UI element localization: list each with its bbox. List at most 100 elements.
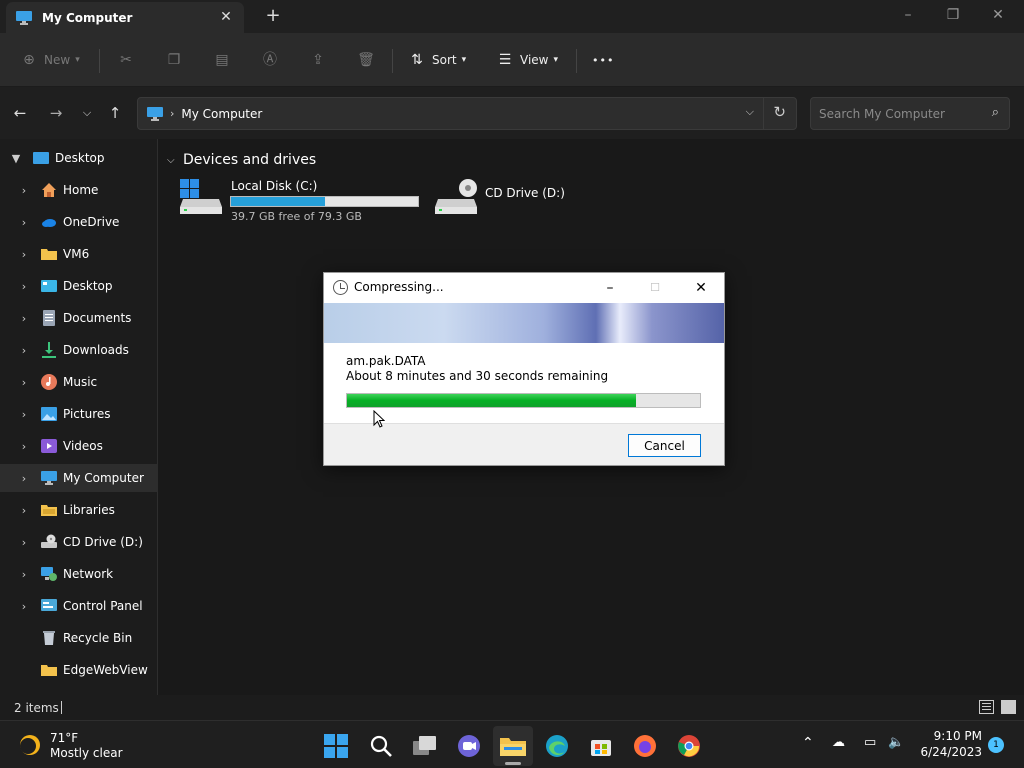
weather-widget[interactable]: 71°F Mostly clear xyxy=(16,730,146,762)
copy-button[interactable]: ❐ xyxy=(165,48,183,72)
address-bar[interactable]: › My Computer ⌵ ↻ xyxy=(137,97,797,130)
task-view-button[interactable] xyxy=(405,726,445,766)
sidebar-item-network[interactable]: › Network xyxy=(0,560,158,588)
sidebar-item-label: Documents xyxy=(63,311,132,325)
more-options-button[interactable]: ••• xyxy=(592,48,614,72)
chevron-right-icon[interactable]: › xyxy=(17,408,31,421)
chevron-right-icon[interactable]: › xyxy=(17,280,31,293)
chevron-right-icon[interactable]: › xyxy=(17,504,31,517)
drive-cd-d[interactable]: CD Drive (D:) xyxy=(434,179,574,219)
sidebar-item-edgewebview[interactable]: EdgeWebView xyxy=(0,656,158,684)
back-arrow-icon[interactable]: ← xyxy=(10,103,30,123)
show-hidden-icons-chevron-icon[interactable]: ⌃ xyxy=(802,735,814,751)
volume-icon[interactable]: 🔈 xyxy=(888,735,904,750)
chevron-right-icon[interactable]: › xyxy=(17,312,31,325)
refresh-icon[interactable]: ↻ xyxy=(773,103,786,121)
chevron-right-icon[interactable]: › xyxy=(17,344,31,357)
sidebar-item-music[interactable]: › Music xyxy=(0,368,158,396)
chevron-down-icon[interactable]: ▼ xyxy=(9,152,23,165)
close-window-icon[interactable]: ✕ xyxy=(986,4,1010,28)
recent-locations-chevron-icon[interactable]: ⌵ xyxy=(77,103,97,123)
onedrive-offline-icon[interactable]: ☁ xyxy=(832,735,845,750)
store-taskbar-button[interactable] xyxy=(581,726,621,766)
computer-icon xyxy=(16,10,32,25)
sidebar-item-onedrive[interactable]: › OneDrive xyxy=(0,208,158,236)
chevron-right-icon[interactable]: › xyxy=(17,184,31,197)
file-explorer-taskbar-button[interactable] xyxy=(493,726,533,766)
navigation-pane: ▼ Desktop › Home › OneDrive › VM6 › Desk… xyxy=(0,139,158,695)
breadcrumb-my-computer[interactable]: My Computer xyxy=(181,107,262,121)
cut-button[interactable]: ✂ xyxy=(117,48,135,72)
sidebar-item-home[interactable]: › Home xyxy=(0,176,158,204)
network-status-icon[interactable]: ▭ xyxy=(864,735,876,750)
weather-temperature: 71°F xyxy=(50,731,79,745)
paste-button[interactable]: ▤ xyxy=(213,48,231,72)
search-input[interactable] xyxy=(819,104,979,124)
minimize-icon[interactable]: – xyxy=(896,4,920,28)
chevron-right-icon[interactable]: › xyxy=(17,440,31,453)
chevron-right-icon[interactable]: › xyxy=(17,376,31,389)
chevron-down-icon[interactable]: ⌵ xyxy=(167,155,179,166)
chevron-right-icon[interactable]: › xyxy=(17,600,31,613)
details-view-icon[interactable] xyxy=(979,700,994,714)
sidebar-item-my-computer[interactable]: › My Computer xyxy=(0,464,158,492)
dialog-title-bar[interactable]: Compressing... – ☐ ✕ xyxy=(324,273,724,303)
sidebar-item-cd-drive[interactable]: › CD Drive (D:) xyxy=(0,528,158,556)
sidebar-item-documents[interactable]: › Documents xyxy=(0,304,158,332)
dialog-close-icon[interactable]: ✕ xyxy=(689,277,713,299)
sidebar-item-control-panel[interactable]: › Control Panel xyxy=(0,592,158,620)
folder-icon xyxy=(41,249,57,260)
sort-button[interactable]: ⇅ Sort ▾ xyxy=(408,48,466,72)
notification-badge[interactable]: 1 xyxy=(988,737,1004,753)
sidebar-item-desktop[interactable]: › Desktop xyxy=(0,272,158,300)
chevron-right-icon[interactable]: › xyxy=(17,216,31,229)
new-label: New xyxy=(44,53,71,67)
view-button[interactable]: ☰ View ▾ xyxy=(496,48,558,72)
chevron-right-icon[interactable]: › xyxy=(17,568,31,581)
task-view-icon xyxy=(413,736,436,755)
sidebar-item-recycle-bin[interactable]: Recycle Bin xyxy=(0,624,158,652)
taskbar-search-button[interactable] xyxy=(361,726,401,766)
share-button[interactable]: ⇪ xyxy=(309,48,327,72)
devices-and-drives-header[interactable]: ⌵ Devices and drives xyxy=(167,152,316,168)
close-tab-icon[interactable]: ✕ xyxy=(216,7,236,27)
rename-button[interactable]: Ⓐ xyxy=(261,48,279,72)
cd-drive-icon xyxy=(41,534,57,548)
edge-taskbar-button[interactable] xyxy=(537,726,577,766)
more-icon: ••• xyxy=(592,53,615,67)
new-button[interactable]: ⊕ New ▾ xyxy=(20,48,80,72)
forward-arrow-icon[interactable]: → xyxy=(46,103,66,123)
chevron-down-icon: ▾ xyxy=(461,55,467,65)
delete-button[interactable]: 🗑 xyxy=(357,48,375,72)
search-box[interactable]: ⌕ xyxy=(810,97,1010,130)
sidebar-item-videos[interactable]: › Videos xyxy=(0,432,158,460)
chevron-right-icon[interactable]: › xyxy=(17,472,31,485)
sidebar-item-pictures[interactable]: › Pictures xyxy=(0,400,158,428)
sidebar-item-downloads[interactable]: › Downloads xyxy=(0,336,158,364)
sidebar-item-libraries[interactable]: › Libraries xyxy=(0,496,158,524)
drive-local-disk-c[interactable]: Local Disk (C:) 39.7 GB free of 79.3 GB xyxy=(179,179,424,225)
address-history-chevron-icon[interactable]: ⌵ xyxy=(746,105,754,119)
tab-my-computer[interactable]: My Computer ✕ xyxy=(6,2,244,33)
cancel-button[interactable]: Cancel xyxy=(628,434,701,457)
search-icon[interactable]: ⌕ xyxy=(992,105,999,120)
restore-icon[interactable]: ❐ xyxy=(941,4,965,28)
new-tab-button[interactable]: + xyxy=(262,5,284,27)
cd-drive-icon xyxy=(435,179,477,214)
chrome-taskbar-button[interactable] xyxy=(669,726,709,766)
progress-fill xyxy=(347,394,637,407)
chevron-right-icon[interactable]: › xyxy=(17,248,31,261)
sidebar-item-desktop-root[interactable]: ▼ Desktop xyxy=(0,144,158,172)
tiles-view-icon[interactable] xyxy=(1001,700,1016,714)
teams-chat-button[interactable] xyxy=(449,726,489,766)
sidebar-item-vm6[interactable]: › VM6 xyxy=(0,240,158,268)
chevron-right-icon[interactable]: › xyxy=(17,536,31,549)
system-clock[interactable]: 9:10 PM 6/24/2023 xyxy=(910,728,982,760)
breadcrumb-chevron-icon[interactable]: › xyxy=(170,107,174,120)
firefox-taskbar-button[interactable] xyxy=(625,726,665,766)
dialog-title: Compressing... xyxy=(354,280,444,294)
start-button[interactable] xyxy=(316,726,356,766)
computer-icon xyxy=(147,106,163,121)
dialog-minimize-icon[interactable]: – xyxy=(598,277,622,299)
up-arrow-icon[interactable]: ↑ xyxy=(105,103,125,123)
